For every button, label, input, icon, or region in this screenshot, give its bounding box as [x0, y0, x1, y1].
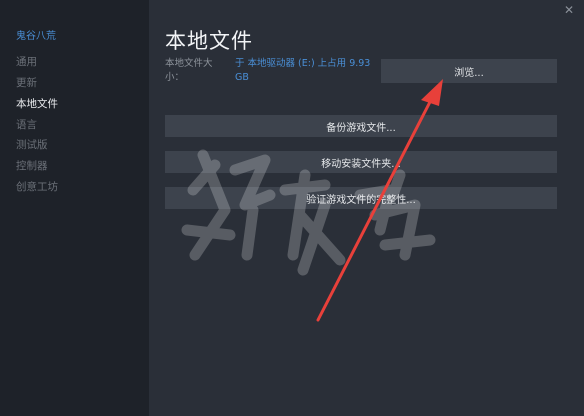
sidebar-item-language[interactable]: 语言: [16, 117, 37, 132]
sidebar-item-workshop[interactable]: 创意工坊: [16, 179, 58, 194]
game-title: 鬼谷八荒: [16, 31, 56, 42]
sidebar: 鬼谷八荒 通用 更新 本地文件 语言 测试版 控制器 创意工坊: [0, 0, 149, 416]
verify-integrity-button[interactable]: 验证游戏文件的完整性...: [165, 187, 557, 209]
page-title: 本地文件: [165, 29, 253, 53]
main-panel: 本地文件 本地文件大小： 于 本地驱动器 (E:) 上占用 9.93 GB 浏览…: [149, 0, 584, 416]
sidebar-item-controller[interactable]: 控制器: [16, 158, 48, 173]
sidebar-item-updates[interactable]: 更新: [16, 75, 37, 90]
backup-files-button[interactable]: 备份游戏文件...: [165, 115, 557, 137]
move-install-folder-button[interactable]: 移动安装文件夹...: [165, 151, 557, 173]
local-files-size-value: 于 本地驱动器 (E:) 上占用 9.93 GB: [235, 58, 371, 83]
sidebar-item-general[interactable]: 通用: [16, 54, 37, 69]
sidebar-item-local-files[interactable]: 本地文件: [16, 96, 58, 111]
browse-button[interactable]: 浏览...: [381, 59, 557, 83]
close-icon[interactable]: ✕: [564, 3, 574, 17]
sidebar-item-betas[interactable]: 测试版: [16, 137, 48, 152]
local-files-size-label: 本地文件大小：: [165, 58, 213, 83]
